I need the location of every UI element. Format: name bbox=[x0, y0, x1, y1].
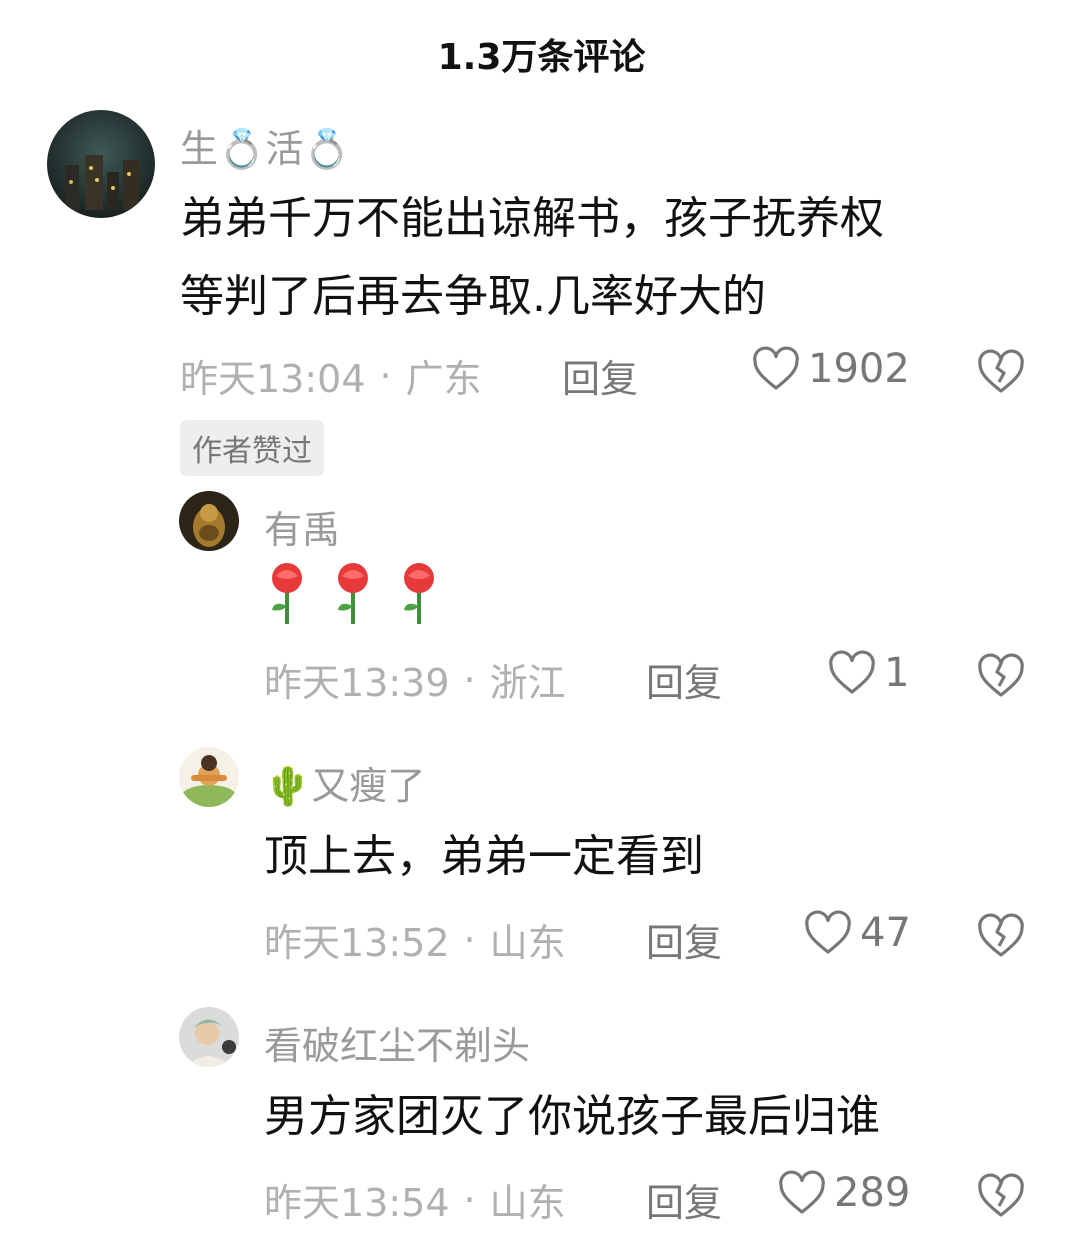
separator-dot: · bbox=[463, 917, 476, 962]
broken-heart-icon[interactable] bbox=[977, 913, 1025, 959]
comment-time: 昨天13:04 bbox=[180, 357, 366, 401]
reply-text: 顶上去，弟弟一定看到 bbox=[264, 831, 704, 882]
comment-text-line-1: 弟弟千万不能出谅解书，孩子抚养权 bbox=[180, 193, 884, 244]
author-liked-badge: 作者赞过 bbox=[180, 420, 324, 476]
like-button[interactable]: 1 bbox=[828, 650, 909, 696]
separator-dot: · bbox=[463, 657, 476, 702]
like-count: 1 bbox=[884, 650, 910, 696]
reply-time: 昨天13:54 bbox=[264, 1181, 450, 1225]
reply-username[interactable]: 看破红尘不剃头 bbox=[264, 1015, 530, 1070]
like-button[interactable]: 289 bbox=[778, 1170, 910, 1216]
comment-region: 广东 bbox=[405, 357, 482, 401]
reply-region: 山东 bbox=[489, 921, 566, 965]
reply-text: 男方家团灭了你说孩子最后归谁 bbox=[264, 1091, 880, 1142]
broken-heart-icon[interactable] bbox=[977, 349, 1025, 395]
reply-username[interactable]: 🌵又瘦了 bbox=[264, 755, 425, 810]
heart-outline-icon bbox=[828, 650, 876, 696]
reply-button[interactable]: 回复 bbox=[562, 348, 638, 403]
comments-count-title: 1.3万条评论 bbox=[437, 37, 646, 78]
reply-time: 昨天13:52 bbox=[264, 921, 450, 965]
reply-button[interactable]: 回复 bbox=[646, 912, 722, 967]
like-button[interactable]: 47 bbox=[804, 910, 911, 956]
like-count: 1902 bbox=[808, 346, 910, 392]
avatar[interactable] bbox=[47, 110, 155, 218]
like-button[interactable]: 1902 bbox=[752, 346, 910, 392]
avatar[interactable] bbox=[179, 1007, 239, 1067]
reply-time: 昨天13:39 bbox=[264, 661, 450, 705]
separator-dot: · bbox=[463, 1177, 476, 1222]
reply-meta: 昨天13:54 · 山东 bbox=[264, 1172, 566, 1227]
rose-icon bbox=[264, 560, 310, 626]
heart-outline-icon bbox=[804, 910, 852, 956]
reply-text-emoji bbox=[264, 560, 442, 626]
reply-button[interactable]: 回复 bbox=[646, 1172, 722, 1227]
reply-meta: 昨天13:52 · 山东 bbox=[264, 912, 566, 967]
comment-meta: 昨天13:04 · 广东 bbox=[180, 348, 482, 403]
reply-button[interactable]: 回复 bbox=[646, 652, 722, 707]
reply-username[interactable]: 有禹 bbox=[264, 499, 340, 554]
reply-meta: 昨天13:39 · 浙江 bbox=[264, 652, 566, 707]
like-count: 47 bbox=[860, 910, 911, 956]
like-count: 289 bbox=[834, 1170, 911, 1216]
heart-outline-icon bbox=[778, 1170, 826, 1216]
heart-outline-icon bbox=[752, 346, 800, 392]
comment-username[interactable]: 生💍活💍 bbox=[180, 118, 351, 173]
rose-icon bbox=[396, 560, 442, 626]
reply-region: 浙江 bbox=[489, 661, 566, 705]
separator-dot: · bbox=[379, 353, 392, 398]
broken-heart-icon[interactable] bbox=[977, 1173, 1025, 1219]
avatar[interactable] bbox=[179, 747, 239, 807]
reply-region: 山东 bbox=[489, 1181, 566, 1225]
broken-heart-icon[interactable] bbox=[977, 653, 1025, 699]
avatar[interactable] bbox=[179, 491, 239, 551]
comment-text-line-2: 等判了后再去争取.几率好大的 bbox=[180, 271, 766, 322]
rose-icon bbox=[330, 560, 376, 626]
